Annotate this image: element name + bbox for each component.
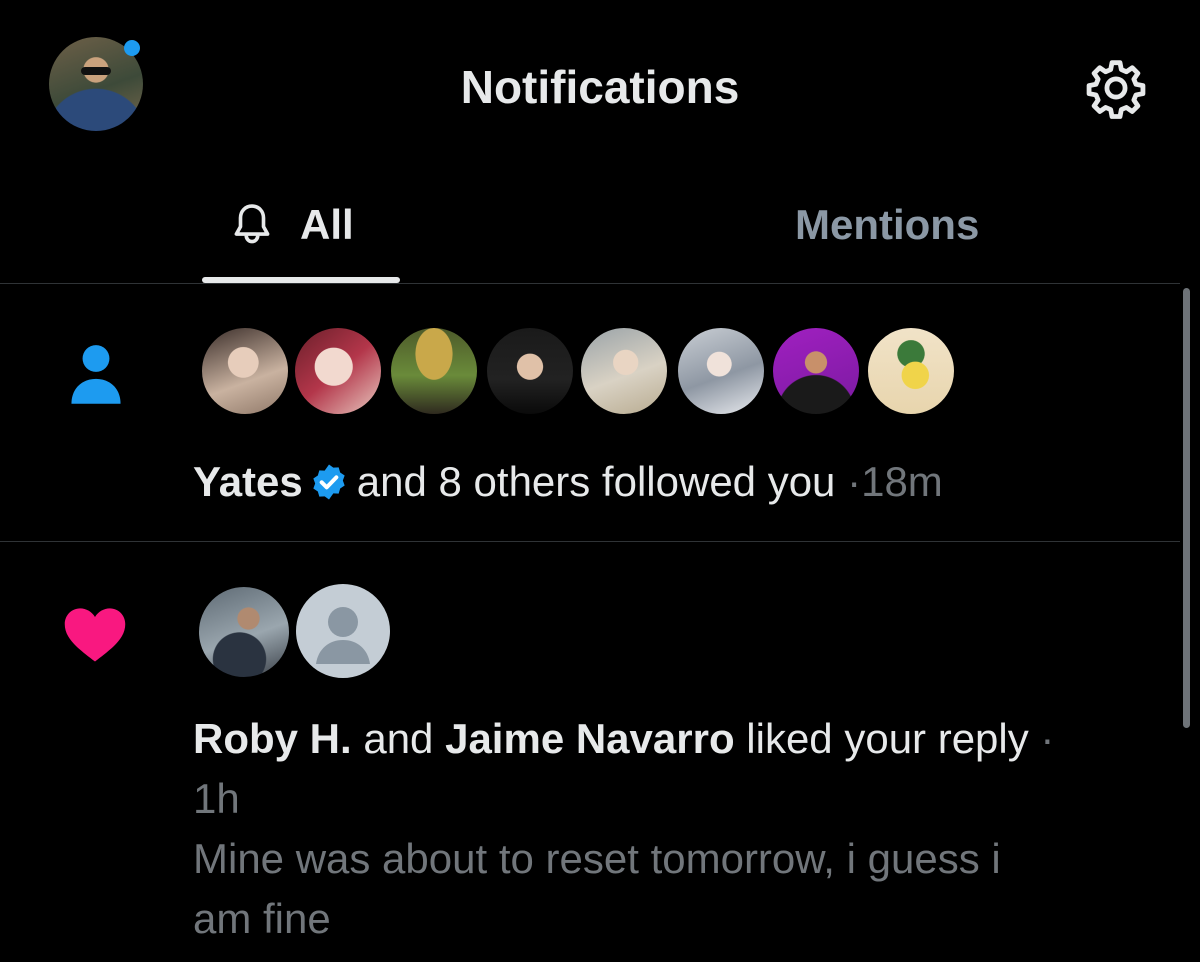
notification-text: Yates and 8 others followed you ·18m — [193, 452, 943, 512]
reply-preview-line: am fine — [193, 895, 331, 942]
gear-icon[interactable] — [1084, 56, 1148, 120]
person-icon — [71, 345, 121, 404]
tab-mentions[interactable]: Mentions — [795, 195, 979, 255]
page-title: Notifications — [460, 61, 740, 113]
divider — [0, 283, 1180, 284]
timestamp: 18m — [861, 458, 943, 505]
action-text: and 8 others followed you — [356, 458, 836, 505]
default-avatar[interactable] — [293, 581, 393, 681]
actor-name[interactable]: Roby H. — [193, 715, 352, 762]
connector-text: and — [363, 715, 434, 762]
unread-indicator-dot — [124, 40, 140, 56]
follower-avatar[interactable] — [484, 325, 576, 417]
actor-name[interactable]: Jaime Navarro — [445, 715, 735, 762]
actor-name[interactable]: Yates — [193, 458, 303, 505]
follower-avatar[interactable] — [292, 325, 384, 417]
follower-avatar[interactable] — [865, 325, 957, 417]
tab-mentions-label: Mentions — [795, 201, 980, 248]
heart-icon — [64, 608, 126, 662]
follower-avatar[interactable] — [770, 325, 862, 417]
liker-avatar[interactable] — [196, 584, 292, 680]
top-app-bar: Notifications — [0, 0, 1200, 175]
action-text: liked your reply — [746, 715, 1029, 762]
tab-bar: All Mentions — [0, 175, 1200, 283]
follower-avatar[interactable] — [578, 325, 670, 417]
follower-avatar[interactable] — [388, 325, 480, 417]
tab-all[interactable]: All — [232, 195, 354, 255]
bell-icon — [234, 204, 270, 244]
separator-dot: · — [1040, 715, 1055, 762]
timestamp: 1h — [193, 775, 240, 822]
follower-avatar[interactable] — [199, 325, 291, 417]
notification-text: Roby H. and Jaime Navarro liked your rep… — [193, 709, 1054, 769]
tab-all-label: All — [300, 201, 354, 248]
separator-dot: · — [847, 458, 862, 505]
follower-avatar[interactable] — [675, 325, 767, 417]
reply-preview-line: Mine was about to reset tomorrow, i gues… — [193, 835, 1001, 882]
divider — [0, 541, 1180, 542]
verified-badge-icon — [313, 464, 345, 500]
scrollbar[interactable] — [1183, 288, 1190, 728]
default-person-icon — [316, 607, 370, 664]
